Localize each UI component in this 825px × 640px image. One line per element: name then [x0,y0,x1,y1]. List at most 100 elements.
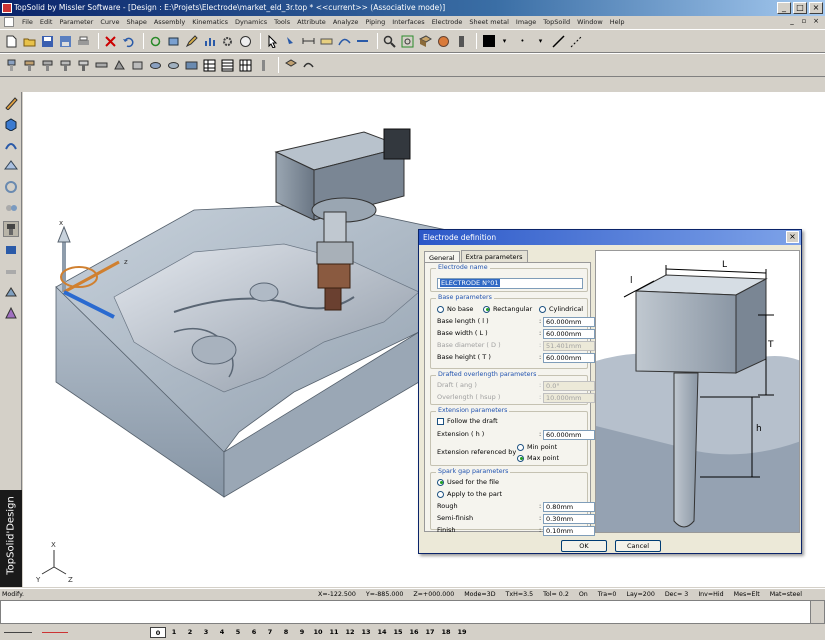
menu-interfaces[interactable]: Interfaces [392,18,425,26]
layer-tab[interactable]: 13 [358,627,374,638]
layer-tab[interactable]: 5 [230,627,246,638]
menu-kinematics[interactable]: Kinematics [192,18,228,26]
electrode-cut-icon[interactable] [94,58,109,73]
cancel-button[interactable]: Cancel [615,540,661,552]
electrode-tool-icon[interactable] [3,221,19,237]
minimize-button[interactable]: _ [777,2,791,14]
layer-tab[interactable]: 6 [246,627,262,638]
checkbox[interactable] [437,417,444,425]
edit-icon[interactable] [184,34,199,49]
menu-analyze[interactable]: Analyze [333,18,359,26]
menu-topsolid[interactable]: TopSoild [543,18,570,26]
menu-parameter[interactable]: Parameter [59,18,93,26]
menu-tools[interactable]: Tools [274,18,290,26]
base-width-field[interactable]: 60.000mm [543,329,595,339]
line-style-indicator[interactable] [4,631,32,633]
render-tool-icon[interactable] [3,305,19,321]
command-scrollbar[interactable] [810,601,824,623]
layer-tab[interactable]: 17 [422,627,438,638]
ok-button[interactable]: OK [561,540,607,552]
doc-minimize-button[interactable]: _ [787,17,797,26]
base-length-field[interactable]: 60.000mm [543,317,595,327]
semi-finish-field[interactable]: 0.30mm [543,514,595,524]
electrode-blank-icon[interactable] [130,58,145,73]
doc-close-button[interactable]: × [811,17,821,26]
layer-tab[interactable]: 12 [342,627,358,638]
menu-window[interactable]: Window [577,18,603,26]
layer-tab[interactable]: 2 [182,627,198,638]
layer-tab[interactable]: 0 [150,626,166,638]
mold-icon[interactable] [3,242,19,258]
maximize-button[interactable]: □ [793,2,807,14]
layer-tab[interactable]: 15 [390,627,406,638]
menu-shape[interactable]: Shape [127,18,147,26]
electrode-export-icon[interactable] [301,58,316,73]
line-color-indicator[interactable] [42,631,68,633]
rotate-icon[interactable] [3,179,19,195]
menu-file[interactable]: File [22,18,33,26]
electrode-assembly-icon[interactable] [283,58,298,73]
check-icon[interactable] [238,34,253,49]
view-icon[interactable] [418,34,433,49]
base-height-field[interactable]: 60.000mm [543,353,595,363]
base-cylindrical-radio[interactable]: Cylindrical [539,305,583,313]
radio-button[interactable] [539,305,546,313]
menu-image[interactable]: Image [516,18,536,26]
electrode-probe-icon[interactable] [256,58,271,73]
layer-tab[interactable]: 16 [406,627,422,638]
curve-icon[interactable] [337,34,352,49]
used-for-file-radio[interactable]: Used for the file [437,478,499,486]
electrode-gap-icon[interactable] [184,58,199,73]
electrode-list-icon[interactable] [220,58,235,73]
electrode-holder-icon[interactable] [58,58,73,73]
layer-tab[interactable]: 8 [278,627,294,638]
sheet-metal-icon[interactable] [3,284,19,300]
open-folder-icon[interactable] [22,34,37,49]
base-no-base-radio[interactable]: No base [437,305,473,313]
render-icon[interactable] [436,34,451,49]
radio-button[interactable] [517,443,524,451]
layer-tab[interactable]: 4 [214,627,230,638]
doc-restore-button[interactable]: ▫ [799,17,809,26]
layer-tab[interactable]: 10 [310,627,326,638]
menu-dynamics[interactable]: Dynamics [235,18,267,26]
undo-icon[interactable] [121,34,136,49]
delete-icon[interactable] [103,34,118,49]
surface-icon[interactable] [3,158,19,174]
rough-field[interactable]: 0.80mm [543,502,595,512]
menu-attribute[interactable]: Attribute [297,18,326,26]
shape-icon[interactable] [3,116,19,132]
tool-icon[interactable] [166,34,181,49]
command-area[interactable] [0,600,825,624]
pointer-icon[interactable] [265,34,280,49]
update-icon[interactable] [148,34,163,49]
close-button[interactable]: × [809,2,823,14]
menu-curve[interactable]: Curve [100,18,119,26]
print-icon[interactable] [76,34,91,49]
layer-tab[interactable]: 18 [438,627,454,638]
curve-tool-icon[interactable] [3,137,19,153]
menu-edit[interactable]: Edit [40,18,53,26]
layer-tab[interactable]: 11 [326,627,342,638]
layer-tab[interactable]: 7 [262,627,278,638]
layer-tab[interactable]: 14 [374,627,390,638]
electrode-copy-icon[interactable] [40,58,55,73]
electrode-burn-icon[interactable] [166,58,181,73]
new-file-icon[interactable] [4,34,19,49]
electrode-grid-icon[interactable] [238,58,253,73]
menu-sheet-metal[interactable]: Sheet metal [469,18,509,26]
menu-piping[interactable]: Piping [365,18,385,26]
electrode-extension-icon[interactable] [76,58,91,73]
zoom-fit-icon[interactable] [400,34,415,49]
document-icon[interactable] [4,17,14,27]
electrode-create-icon[interactable] [4,58,19,73]
chevron-down-icon[interactable]: ▾ [533,34,548,49]
chart-icon[interactable] [202,34,217,49]
piping-icon[interactable] [3,263,19,279]
sketch-icon[interactable] [3,95,19,111]
dialog-close-button[interactable]: × [786,231,799,243]
electrode-table-icon[interactable] [202,58,217,73]
layer-tab[interactable]: 9 [294,627,310,638]
select-icon[interactable] [283,34,298,49]
zoom-icon[interactable] [382,34,397,49]
